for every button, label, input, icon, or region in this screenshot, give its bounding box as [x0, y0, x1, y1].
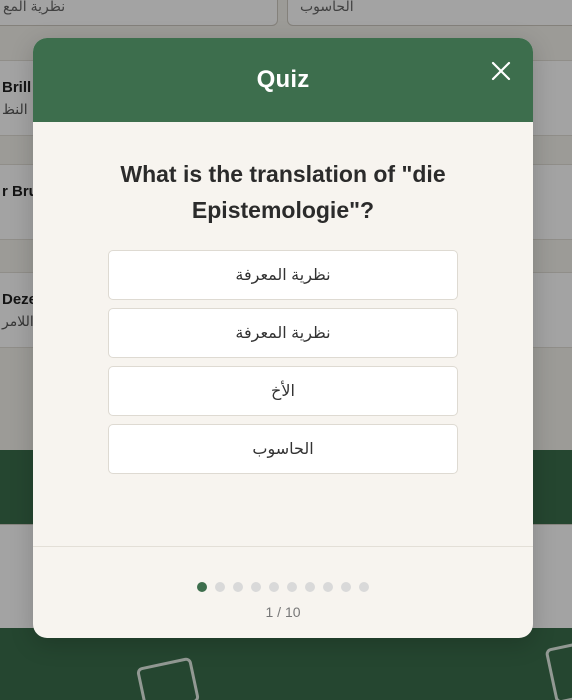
- modal-header: Quiz: [33, 38, 533, 122]
- progress-dot: [305, 582, 315, 592]
- progress-dot: [233, 582, 243, 592]
- page: نظرية المع الحاسوب Brill النظ r Bruc Dez…: [0, 0, 572, 700]
- quiz-question: What is the translation of "die Epistemo…: [120, 161, 446, 223]
- progress-dot: [341, 582, 351, 592]
- progress-dot: [359, 582, 369, 592]
- progress-counter: 1 / 10: [265, 604, 301, 620]
- modal-title: Quiz: [256, 66, 310, 93]
- progress-dot: [215, 582, 225, 592]
- quiz-modal: Quiz What is the translation of "die Epi…: [33, 38, 533, 638]
- progress-dots: [33, 582, 533, 592]
- answer-option[interactable]: نظرية المعرفة: [108, 250, 458, 300]
- answer-option[interactable]: نظرية المعرفة: [108, 308, 458, 358]
- close-icon: [491, 61, 511, 81]
- progress-dot: [323, 582, 333, 592]
- close-button[interactable]: [489, 59, 513, 83]
- answer-option[interactable]: الحاسوب: [108, 424, 458, 474]
- progress-dot: [251, 582, 261, 592]
- answer-option[interactable]: الأخ: [108, 366, 458, 416]
- answer-options: نظرية المعرفة نظرية المعرفة الأخ الحاسوب: [108, 250, 458, 482]
- progress-dot: [287, 582, 297, 592]
- progress-dot-active: [197, 582, 207, 592]
- modal-divider: [33, 546, 533, 547]
- progress-dot: [269, 582, 279, 592]
